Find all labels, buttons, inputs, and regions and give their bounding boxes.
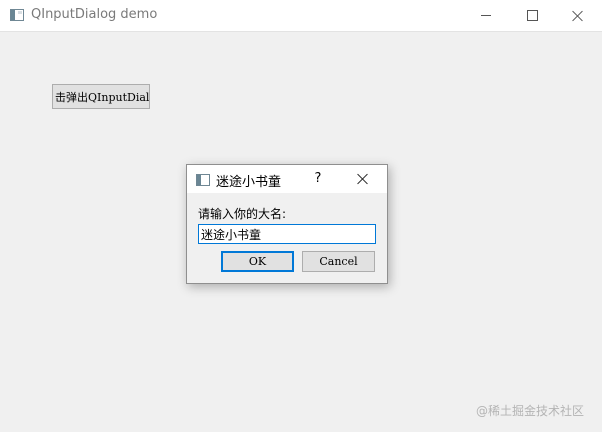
dialog-titlebar: 迷途小书童 ? (187, 165, 387, 193)
main-window: QInputDialog demo 击弹出QInputDial 迷途小书童 ? … (0, 0, 602, 432)
ok-button[interactable]: OK (221, 251, 294, 272)
minimize-icon (481, 15, 491, 16)
maximize-button[interactable] (509, 0, 555, 31)
dialog-close-icon[interactable] (357, 173, 369, 185)
close-window-button[interactable] (555, 0, 601, 31)
cancel-button[interactable]: Cancel (302, 251, 375, 272)
window-titlebar: QInputDialog demo (0, 0, 602, 32)
close-icon (572, 10, 584, 22)
dialog-help-button[interactable]: ? (311, 171, 325, 186)
popup-input-dialog-button[interactable]: 击弹出QInputDial (52, 84, 150, 109)
name-input[interactable] (198, 224, 376, 244)
input-dialog: 迷途小书童 ? 请输入你的大名: OK Cancel (186, 164, 388, 284)
dialog-window-icon (196, 174, 210, 186)
window-title: QInputDialog demo (31, 7, 158, 22)
app-window-icon (10, 9, 24, 21)
watermark: @稀土掘金技术社区 (476, 404, 585, 418)
dialog-title: 迷途小书童 (216, 175, 282, 190)
dialog-prompt-label: 请输入你的大名: (198, 207, 287, 221)
minimize-button[interactable] (463, 0, 509, 31)
maximize-icon (526, 10, 538, 21)
